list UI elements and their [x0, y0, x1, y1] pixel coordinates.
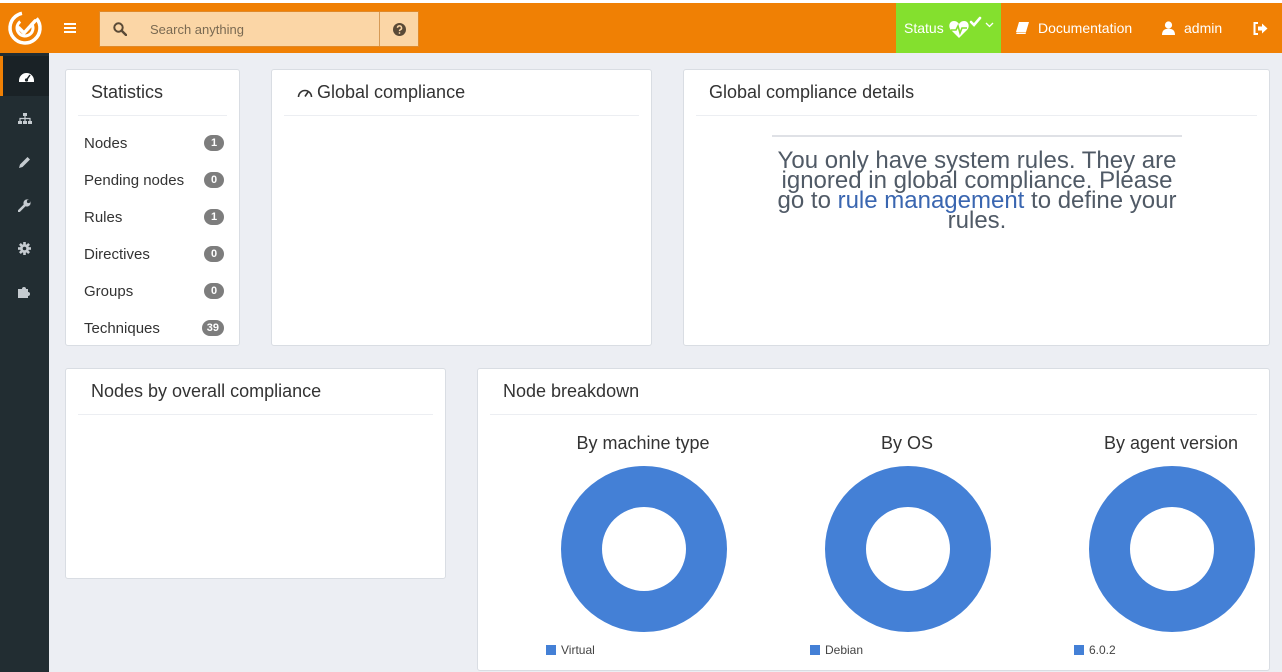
nodes-by-compliance-divider — [78, 414, 433, 415]
node-breakdown-title: Node breakdown — [503, 381, 640, 401]
legend-label: Debian — [825, 643, 864, 657]
stat-row-nodes[interactable]: Nodes 1 — [84, 132, 224, 154]
donut-slice-6-0-2[interactable] — [1089, 465, 1255, 633]
legend-swatch — [546, 645, 556, 655]
chart-machine-type: By machine type Virtual — [543, 433, 743, 663]
statistics-panel: Statistics Nodes 1 Pending nodes 0 Rules… — [65, 69, 240, 346]
stat-count-badge: 1 — [204, 135, 224, 151]
search-help-button[interactable] — [379, 12, 418, 46]
documentation-link[interactable]: Documentation — [1016, 3, 1132, 53]
donut-chart-agent-version — [1089, 465, 1255, 633]
sign-out-icon — [1253, 21, 1268, 35]
compliance-details-title: Global compliance details — [709, 82, 915, 102]
user-name: admin — [1184, 20, 1223, 36]
sidebar-item-configuration[interactable] — [0, 142, 49, 182]
puzzle-icon — [18, 286, 30, 298]
chart-title: By machine type — [576, 433, 710, 453]
chart-os: By OS Debian — [807, 433, 1007, 663]
stat-row-pending-nodes[interactable]: Pending nodes 0 — [84, 169, 224, 191]
chart-legend[interactable]: 6.0.2 — [1074, 643, 1116, 657]
sidebar-item-utilities[interactable] — [0, 185, 49, 225]
chart-title: By OS — [880, 433, 933, 453]
sidebar-item-dashboard[interactable] — [0, 56, 49, 96]
app-logo[interactable] — [0, 3, 49, 53]
book-icon — [1016, 22, 1029, 34]
logo-icon — [7, 11, 42, 45]
stat-count-badge: 1 — [204, 209, 224, 225]
stat-row-techniques[interactable]: Techniques 39 — [84, 317, 224, 339]
question-circle-icon — [392, 22, 406, 36]
stat-label: Directives — [84, 245, 150, 263]
user-menu[interactable]: admin — [1162, 3, 1222, 53]
sidebar-item-plugins[interactable] — [0, 271, 49, 311]
logout-button[interactable] — [1253, 3, 1277, 53]
stat-count-badge: 0 — [204, 283, 224, 299]
legend-swatch — [1074, 645, 1084, 655]
node-breakdown-divider — [490, 414, 1257, 415]
hamburger-icon — [64, 23, 76, 33]
sidebar-item-nodes[interactable] — [0, 99, 49, 139]
system-rules-message: You only have system rules. They are ign… — [772, 135, 1182, 233]
status-menu[interactable]: Status — [896, 3, 1001, 53]
stat-count-badge: 39 — [201, 320, 224, 336]
chart-agent-version: By agent version 6.0.2 — [1071, 433, 1271, 663]
chart-title: By agent version — [1103, 433, 1239, 453]
statistics-title: Statistics — [91, 82, 164, 102]
status-label: Status — [904, 20, 944, 36]
stat-count-badge: 0 — [204, 172, 224, 188]
sidebar-toggle-button[interactable] — [49, 3, 91, 53]
chart-legend[interactable]: Debian — [810, 643, 863, 657]
donut-chart-machine-type — [561, 465, 727, 633]
global-compliance-title: Global compliance — [317, 82, 466, 102]
wrench-icon — [18, 198, 31, 212]
chevron-down-icon — [985, 22, 994, 28]
stat-count-badge: 0 — [204, 246, 224, 262]
gear-icon — [18, 241, 31, 255]
pencil-icon — [18, 157, 30, 168]
chart-legend[interactable]: Virtual — [546, 643, 595, 657]
compliance-details-divider — [696, 115, 1257, 116]
stat-label: Pending nodes — [84, 171, 185, 189]
stat-label: Nodes — [84, 134, 128, 152]
global-compliance-panel: Global compliance — [271, 69, 652, 346]
legend-swatch — [810, 645, 820, 655]
user-icon — [1162, 21, 1175, 35]
documentation-label: Documentation — [1038, 20, 1133, 36]
search-bar — [99, 11, 419, 47]
search-icon[interactable] — [100, 12, 140, 46]
heartbeat-check-icon — [949, 16, 982, 38]
stat-row-groups[interactable]: Groups 0 — [84, 280, 224, 302]
stat-label: Rules — [84, 208, 123, 226]
donut-chart-os — [825, 465, 991, 633]
nodes-by-compliance-title: Nodes by overall compliance — [91, 381, 322, 401]
tachometer-icon — [297, 89, 313, 98]
stat-label: Techniques — [84, 319, 160, 337]
sitemap-icon — [17, 113, 32, 124]
compliance-details-panel: Global compliance details You only have … — [683, 69, 1270, 346]
donut-slice-virtual[interactable] — [561, 465, 727, 633]
stat-label: Groups — [84, 282, 134, 300]
sidebar-item-settings[interactable] — [0, 228, 49, 268]
sidebar — [0, 53, 49, 672]
statistics-divider — [78, 115, 227, 116]
stat-row-rules[interactable]: Rules 1 — [84, 206, 224, 228]
search-input[interactable] — [140, 12, 379, 46]
legend-label: 6.0.2 — [1089, 643, 1116, 657]
donut-slice-debian[interactable] — [825, 465, 991, 633]
dashboard-icon — [18, 72, 34, 82]
stat-row-directives[interactable]: Directives 0 — [84, 243, 224, 265]
node-breakdown-panel: Node breakdown By machine type Virtual B… — [477, 368, 1270, 671]
top-navbar: Status Documentation admin — [0, 0, 1282, 53]
global-compliance-divider — [284, 115, 639, 116]
legend-label: Virtual — [561, 643, 595, 657]
nodes-by-compliance-panel: Nodes by overall compliance — [65, 368, 446, 579]
